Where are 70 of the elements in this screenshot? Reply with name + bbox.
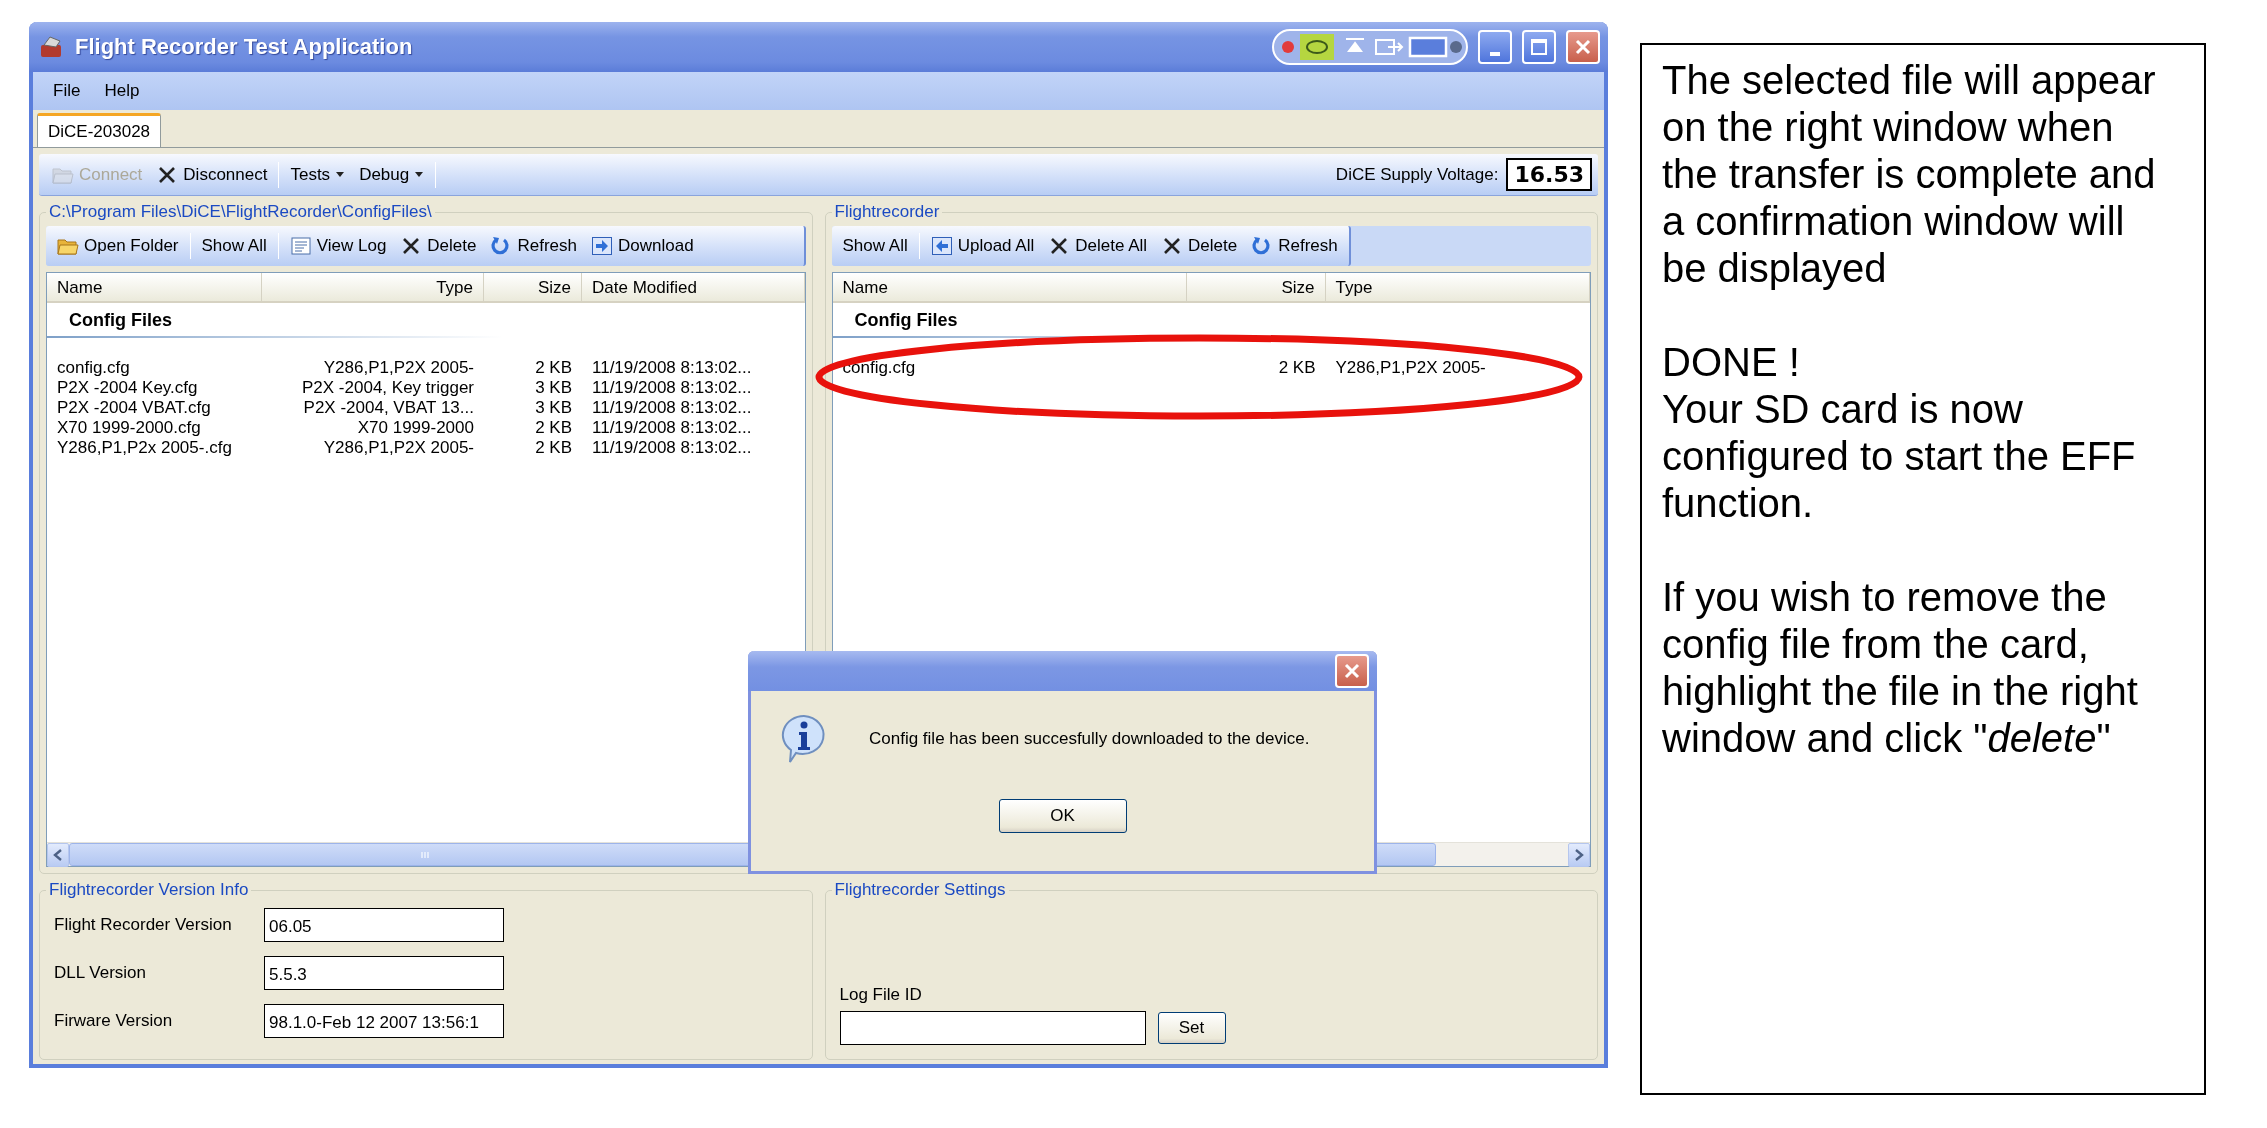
window-title: Flight Recorder Test Application xyxy=(75,34,414,60)
dialog-message: Config file has been succesfully downloaded to the device. xyxy=(869,729,1310,749)
dropdown-button[interactable]: Tests xyxy=(283,157,353,192)
table-cell-text: 3 KB xyxy=(534,398,573,418)
toolbar-button[interactable]: View Log xyxy=(282,229,394,263)
toolbar-button[interactable]: Upload All xyxy=(923,229,1042,263)
toolbar-button[interactable]: Refresh xyxy=(483,229,584,263)
toolbar-button[interactable]: Download xyxy=(584,229,701,263)
table-cell-text: P2X -2004 VBAT.cfg xyxy=(56,398,212,418)
annotation-text: The selected file will appear on the right window when the transfer is complete and a confirmation window will be displayed xyxy=(1662,57,2157,292)
table-cell-text: 11/19/2008 8:13:02... xyxy=(591,358,753,378)
table-cell-text: 11/19/2008 8:13:02... xyxy=(591,378,753,398)
toolbar-button[interactable]: Delete All xyxy=(1041,229,1155,263)
voltage-value: 16.53 xyxy=(1506,158,1592,191)
group-header: Config Files xyxy=(47,303,502,338)
toolbar-button[interactable]: Show All xyxy=(194,229,274,263)
dropdown-button[interactable]: Debug xyxy=(352,157,432,192)
table-cell-text: 2 KB xyxy=(534,358,573,378)
column-header[interactable]: Type xyxy=(1325,273,1590,301)
table-cell-text: 2 KB xyxy=(534,438,573,458)
toolbar-button[interactable]: Refresh xyxy=(1244,229,1345,263)
table-cell-text: config.cfg xyxy=(56,358,131,378)
column-header[interactable]: Size xyxy=(1186,273,1326,301)
panel-title: Flightrecorder Version Info xyxy=(48,880,250,900)
toolbar-button[interactable]: Delete xyxy=(1154,229,1245,263)
annotation-text: Your SD card is now configured to start the EFF function. xyxy=(1662,386,2137,527)
toolbar-button[interactable]: Show All xyxy=(835,229,915,263)
field-label: Log File ID xyxy=(839,985,923,1005)
field-label: DLL Version xyxy=(54,963,147,983)
column-header[interactable]: Name xyxy=(47,273,262,301)
table-cell-text: P2X -2004, Key trigger xyxy=(301,378,475,398)
table-cell-text: 11/19/2008 8:13:02... xyxy=(591,438,753,458)
table-cell-text: 2 KB xyxy=(1277,358,1317,378)
text-field[interactable]: 06.05 xyxy=(264,908,504,942)
column-header[interactable]: Name xyxy=(832,273,1187,301)
menu-item[interactable]: Help xyxy=(92,81,152,101)
toolbar-button[interactable]: Open Folder xyxy=(50,229,186,263)
column-header[interactable]: Type xyxy=(262,273,484,301)
toolbar-button[interactable]: Delete xyxy=(393,229,484,263)
table-cell-text: X70 1999-2000 xyxy=(356,418,475,438)
table-cell-text: Y286,P1,P2X 2005- xyxy=(1334,358,1487,378)
table-cell-text: config.cfg xyxy=(841,358,917,378)
panel-title: Flightrecorder Settings xyxy=(833,880,1007,900)
table-cell-text: 11/19/2008 8:13:02... xyxy=(591,398,753,418)
table-cell-text: Y286,P1,P2X 2005- xyxy=(322,438,475,458)
table-cell-text: 2 KB xyxy=(534,418,573,438)
annotation-text: If you wish to remove the config file from the card, highlight the file in the right window and click "delete" xyxy=(1662,574,2139,762)
text-field[interactable]: 5.5.3 xyxy=(264,956,504,990)
toolbar-button[interactable]: Disconnect xyxy=(149,157,275,192)
table-cell-text: 3 KB xyxy=(534,378,573,398)
table-cell-text: Y286,P1,P2X 2005- xyxy=(322,358,475,378)
column-header[interactable]: Size xyxy=(484,273,582,301)
table-cell-text: Y286,P1,P2x 2005-.cfg xyxy=(56,438,233,458)
set-button[interactable]: Set xyxy=(1157,1012,1226,1044)
field-label: Firware Version xyxy=(54,1011,174,1031)
menu-item[interactable]: File xyxy=(41,81,93,101)
tab[interactable]: DiCE-203028 xyxy=(37,113,162,147)
table-cell-text: 11/19/2008 8:13:02... xyxy=(591,418,753,438)
table-cell-text: X70 1999-2000.cfg xyxy=(56,418,202,438)
panel-title: Flightrecorder xyxy=(833,202,941,222)
ok-button[interactable]: OK xyxy=(998,799,1127,833)
field-label: Flight Recorder Version xyxy=(54,915,233,935)
column-header[interactable]: Date Modified xyxy=(582,273,805,301)
text-field[interactable]: 98.1.0-Feb 12 2007 13:56:1 xyxy=(264,1004,504,1038)
table-cell-text: P2X -2004 Key.cfg xyxy=(56,378,199,398)
panel-title: C:\Program Files\DiCE\FlightRecorder\ConfigFiles\ xyxy=(48,202,433,222)
voltage-label: DiCE Supply Voltage: xyxy=(1335,164,1499,185)
group-header: Config Files xyxy=(832,303,1287,338)
annotation-text: DONE ! xyxy=(1662,339,1801,386)
table-cell-text: P2X -2004, VBAT 13... xyxy=(302,398,475,418)
